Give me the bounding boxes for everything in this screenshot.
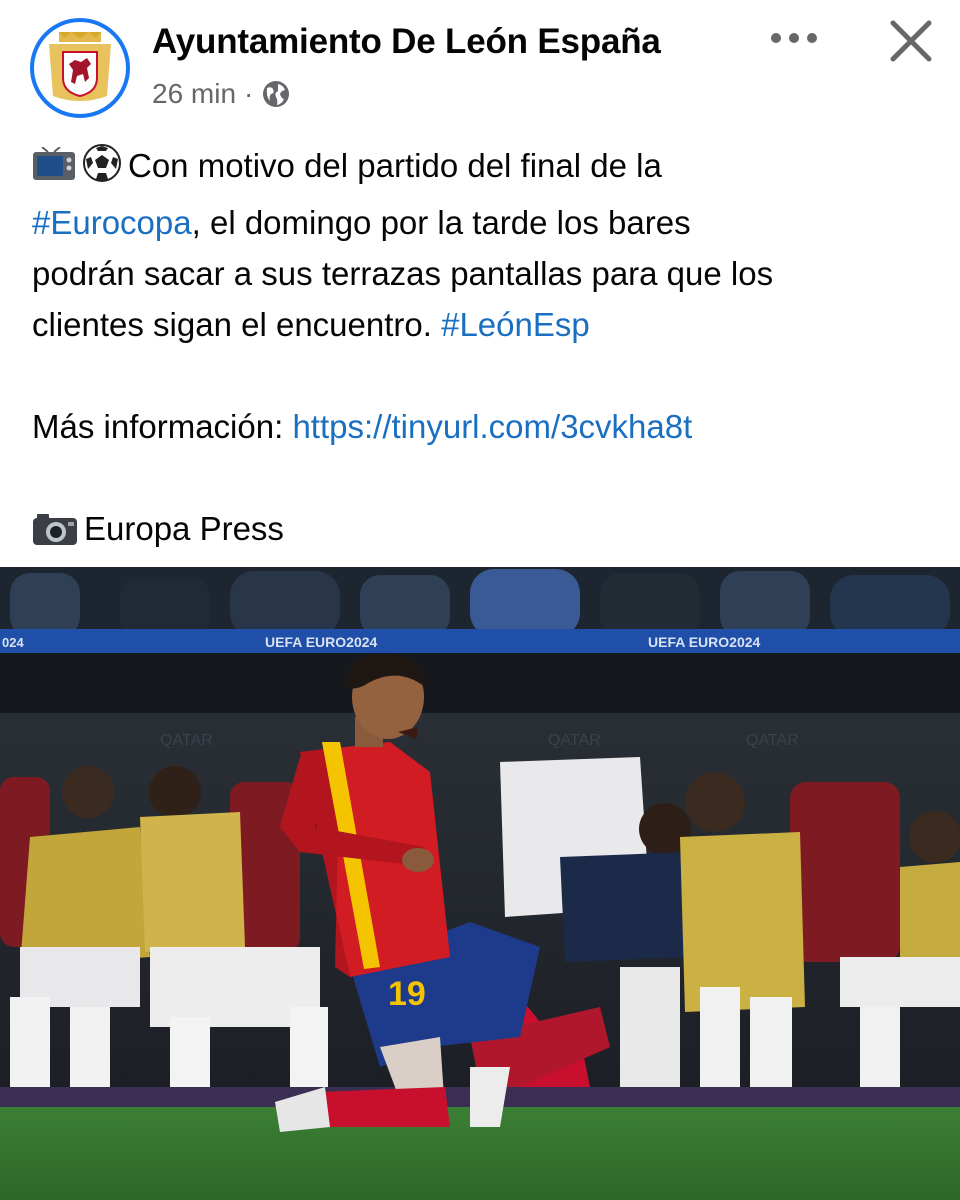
globe-icon <box>263 81 290 107</box>
post-line-1: Con motivo del partido del final de la <box>32 140 932 197</box>
meta-separator: · <box>244 78 254 109</box>
post-meta: 26 min · <box>152 78 291 110</box>
post-line-2: #Eurocopa, el domingo por la tarde los b… <box>32 197 932 248</box>
page-avatar[interactable] <box>30 18 130 118</box>
hashtag-eurocopa-link[interactable]: #Eurocopa <box>32 204 192 241</box>
info-label: Más información: <box>32 408 284 445</box>
dugout-roof <box>0 653 960 713</box>
post-photo[interactable]: 024 UEFA EURO2024 UEFA EURO2024 QATAR QA… <box>0 567 960 1200</box>
post-header: Ayuntamiento De León España 26 min · <box>0 0 960 130</box>
tv-emoji-icon <box>32 146 76 197</box>
photo-credit: Europa Press <box>84 510 284 547</box>
football-celebration-image: 024 UEFA EURO2024 UEFA EURO2024 QATAR QA… <box>0 567 960 1200</box>
camera-emoji-icon <box>32 509 78 560</box>
post-line-1-text: Con motivo del partido del final de la <box>128 147 662 184</box>
post-line-3: podrán sacar a sus terrazas pantallas pa… <box>32 255 774 292</box>
close-icon <box>890 20 932 62</box>
shorts-number: 19 <box>388 975 426 1013</box>
post-line-4: clientes sigan el encuentro. #LeónEsp <box>32 299 932 350</box>
post-text: Con motivo del partido del final de la #… <box>32 140 932 560</box>
close-button[interactable] <box>884 14 938 68</box>
more-options-button[interactable] <box>766 18 822 58</box>
post-line-4-text: clientes sigan el encuentro. <box>32 306 432 343</box>
info-url-link[interactable]: https://tinyurl.com/3cvkha8t <box>292 408 692 445</box>
board-left-text: 024 <box>2 635 24 650</box>
led-board <box>0 629 960 653</box>
sponsor-1: QATAR <box>160 732 213 749</box>
sponsor-2: QATAR <box>548 732 601 749</box>
post-line-2-text: , el domingo por la tarde los bares <box>191 204 691 241</box>
post-info-line: Más información: https://tinyurl.com/3cv… <box>32 401 932 452</box>
post-credit-line: Europa Press <box>32 503 932 560</box>
more-icon <box>771 33 817 43</box>
sponsor-3: QATAR <box>746 732 799 749</box>
board-text-1: UEFA EURO2024 <box>265 634 378 650</box>
board-text-2: UEFA EURO2024 <box>648 634 761 650</box>
soccer-ball-emoji-icon <box>82 143 122 197</box>
page-name[interactable]: Ayuntamiento De León España <box>152 22 661 62</box>
leon-crest-icon <box>49 32 111 101</box>
hashtag-leonesp-link[interactable]: #LeónEsp <box>441 306 590 343</box>
post-time[interactable]: 26 min <box>152 78 236 110</box>
